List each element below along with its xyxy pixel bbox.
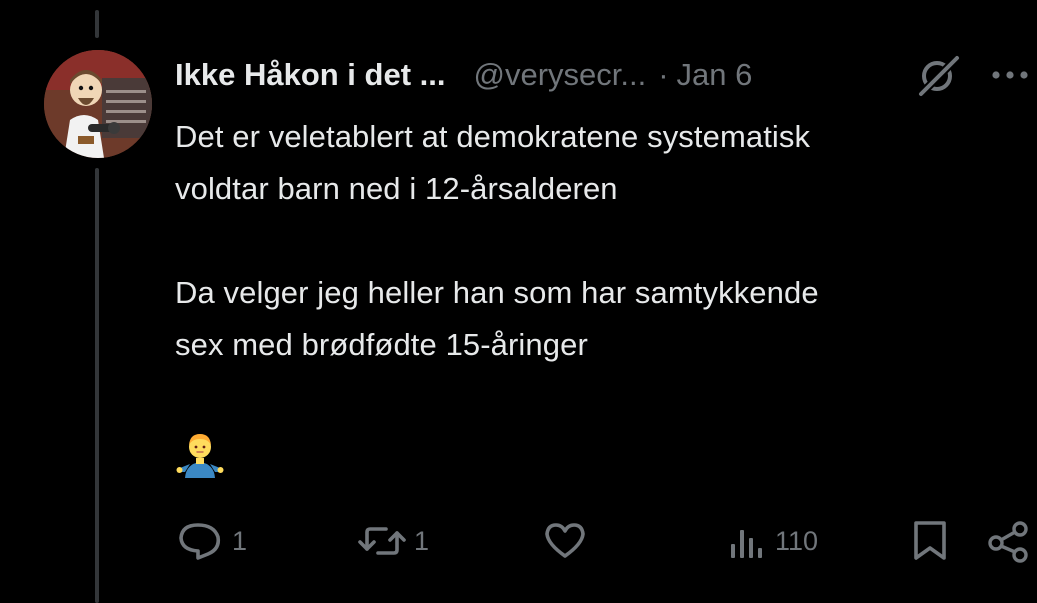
views-button[interactable]: 110 xyxy=(725,515,818,567)
repost-icon xyxy=(356,520,408,562)
repost-button[interactable]: 1 xyxy=(356,515,429,567)
timestamp[interactable]: Jan 6 xyxy=(677,57,753,93)
avatar[interactable] xyxy=(44,50,152,158)
share-button[interactable] xyxy=(986,515,1034,567)
reply-button[interactable]: 1 xyxy=(176,515,247,567)
bookmark-button[interactable] xyxy=(908,515,952,567)
reply-icon xyxy=(176,520,226,562)
grok-icon[interactable] xyxy=(913,52,963,98)
thread-line-bottom xyxy=(95,168,99,603)
like-icon xyxy=(542,520,588,562)
thread-line-top xyxy=(95,10,99,38)
views-count: 110 xyxy=(775,525,819,556)
share-icon xyxy=(986,518,1034,564)
display-name[interactable]: Ikke Håkon i det ... xyxy=(175,57,445,93)
tweet-text-line: Det er veletablert at demokratene system… xyxy=(175,119,811,154)
like-button[interactable] xyxy=(542,515,594,567)
avatar-image xyxy=(44,50,152,158)
more-icon[interactable] xyxy=(990,62,1030,88)
bookmark-icon xyxy=(908,518,952,564)
tweet-header: Ikke Håkon i det ... @verysecr... · Jan … xyxy=(175,52,752,98)
tweet-text-line: sex med brødfødte 15-åringer xyxy=(175,327,588,362)
tweet-text-line: Da velger jeg heller han som har samtykk… xyxy=(175,275,819,310)
separator-dot: · xyxy=(658,57,669,92)
person-shrugging-emoji xyxy=(176,430,224,478)
tweet-text-line: voldtar barn ned i 12-årsalderen xyxy=(175,171,618,206)
tweet-text: Det er veletablert at demokratene system… xyxy=(175,111,1025,371)
views-icon xyxy=(725,520,769,562)
repost-count: 1 xyxy=(414,525,430,556)
reply-count: 1 xyxy=(232,525,248,556)
user-handle[interactable]: @verysecr... xyxy=(473,57,646,93)
